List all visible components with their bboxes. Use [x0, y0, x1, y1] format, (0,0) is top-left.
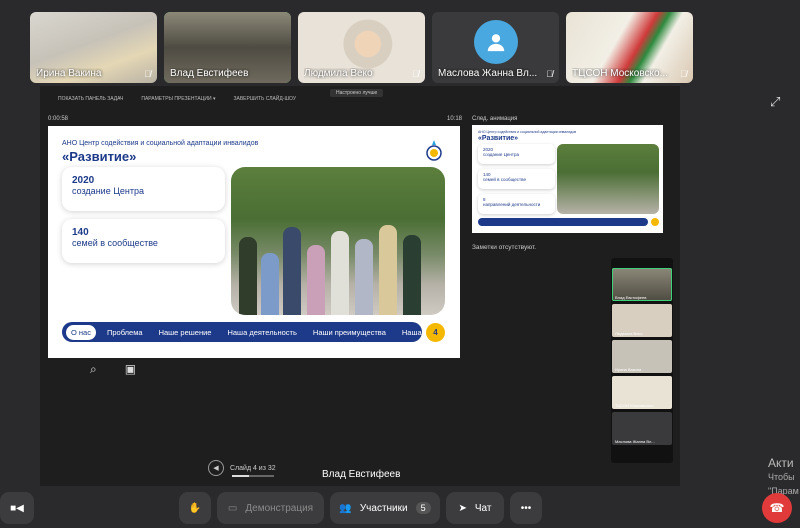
more-button[interactable]: •••: [510, 492, 542, 524]
stat-label: семей в сообществе: [483, 177, 526, 183]
slide-nav-item[interactable]: Наши преимущества: [308, 325, 391, 340]
speaker-notes: Заметки отсутствуют.: [472, 244, 537, 251]
stat-label: семей в сообществе: [72, 238, 158, 248]
raise-hand-button[interactable]: ✋: [179, 492, 211, 524]
screen-share-icon: ▭: [227, 502, 238, 514]
stat-number: 140: [72, 227, 89, 238]
participant-name: Маслова Жанна Вл...: [438, 68, 538, 79]
mini-participant-tile[interactable]: Маслова Жанна Вл...: [612, 412, 672, 445]
participant-tile[interactable]: Ирина Вакина 🎙̸: [30, 12, 157, 83]
mic-muted-icon: 🎙̸: [412, 69, 419, 79]
participant-tile[interactable]: ТЦСОН Московско... 🎙̸: [566, 12, 693, 83]
active-speaker-name: Влад Евстифеев: [322, 469, 401, 480]
stat-card: 140 семей в сообществе: [62, 219, 225, 263]
activation-watermark: Чтобы: [768, 472, 795, 482]
previous-slide-icon[interactable]: ◀: [208, 460, 224, 476]
participant-tile-active[interactable]: Влад Евстифеев: [164, 12, 291, 83]
stat-card: 8 направлений деятельности: [478, 194, 555, 214]
activation-watermark: Акти: [768, 456, 794, 470]
camera-icon[interactable]: ▣: [125, 362, 136, 377]
mini-participant-name: Маслова Жанна Вл...: [615, 439, 655, 444]
group-photo: [557, 144, 659, 214]
slide-progress-bar: [232, 475, 274, 477]
camera-button[interactable]: ■◀: [0, 492, 34, 524]
mini-participant-column: Влад Евстифеев Людмила Веко Ирина Вакина…: [611, 258, 673, 463]
mini-participant-tile[interactable]: ТЦСОН Московского: [612, 376, 672, 409]
camera-icon: ■◀: [10, 502, 24, 514]
mini-participant-name: Людмила Веко: [615, 331, 643, 336]
mini-participant-tile[interactable]: Ирина Вакина: [612, 340, 672, 373]
organization-logo-icon: [426, 140, 442, 161]
slide-navigation: О нас Проблема Наше решение Наша деятель…: [62, 322, 460, 342]
mini-participant-name: Ирина Вакина: [615, 367, 642, 372]
mini-participant-name: Влад Евстифеев: [615, 295, 647, 300]
chat-label: Чат: [474, 502, 492, 514]
slide-page-badge: 4: [426, 323, 445, 342]
slide-brand: «Развитие»: [478, 135, 519, 142]
current-slide: АНО Центр содействия и социальной адапта…: [48, 126, 460, 358]
mic-muted-icon: 🎙̸: [680, 69, 687, 79]
slide-nav-item[interactable]: О нас: [66, 324, 96, 340]
mic-muted-icon: 🎙̸: [144, 69, 151, 79]
slide-nav-item[interactable]: Наше решение: [154, 325, 217, 340]
participant-tile[interactable]: Маслова Жанна Вл... 🎙̸: [432, 12, 559, 83]
slide-org-name: АНО Центр содействия и социальной адапта…: [62, 140, 259, 147]
stat-card: 140 семей в сообществе: [478, 169, 555, 189]
slide-counter: ◀ Слайд 4 из 32: [208, 460, 276, 476]
zoom-icon[interactable]: ⌕: [90, 362, 97, 377]
next-animation-label: След. анимация: [472, 116, 518, 122]
participant-name: Влад Евстифеев: [170, 68, 249, 79]
demonstration-label: Демонстрация: [245, 502, 314, 514]
demonstration-button[interactable]: ▭ Демонстрация: [217, 492, 324, 524]
expand-icon[interactable]: ⤢: [770, 94, 780, 110]
participant-tile[interactable]: Людмила Веко 🎙̸: [298, 12, 425, 83]
slide-counter-label: Слайд 4 из 32: [230, 464, 276, 472]
people-icon: 👥: [339, 502, 352, 514]
stat-label: создание Центра: [72, 186, 144, 196]
presenter-tools: ⌕ ▣: [90, 362, 136, 377]
participants-label: Участники: [359, 502, 408, 514]
toolbar-item: ПАРАМЕТРЫ ПРЕЗЕНТАЦИИ ▾: [141, 96, 216, 102]
slide-navigation: [478, 218, 648, 226]
participants-count-badge: 5: [415, 502, 431, 514]
next-slide-preview: АНО Центр содействия и социальной адапта…: [472, 125, 663, 233]
mini-participant-tile[interactable]: Влад Евстифеев: [612, 268, 672, 301]
toolbar-item: ЗАВЕРШИТЬ СЛАЙД-ШОУ: [233, 96, 296, 102]
stat-card: 2020 создание Центра: [62, 167, 225, 211]
stat-label: создание Центра: [483, 152, 519, 158]
participant-name: ТЦСОН Московско...: [572, 68, 668, 79]
slide-nav-item[interactable]: Контакты: [451, 325, 460, 340]
slide-nav-item[interactable]: Наша деятельность: [222, 325, 301, 340]
chat-button[interactable]: ➤ Чат: [446, 492, 504, 524]
presentation-timer: 0:00:58: [48, 116, 69, 122]
toolbar-item: ПОКАЗАТЬ ПАНЕЛЬ ЗАДАЧ: [58, 96, 124, 102]
mic-muted-icon: 🎙̸: [546, 69, 553, 79]
slide-brand: «Развитие»: [62, 149, 137, 164]
slide-org-name: АНО Центр содействия и социальной адапта…: [478, 130, 577, 134]
slide-nav-item[interactable]: Проблема: [102, 325, 148, 340]
mini-participant-name: ТЦСОН Московского: [615, 403, 654, 408]
call-controls: ■◀ ✋ ▭ Демонстрация 👥 Участники 5 ➤ Чат …: [0, 490, 800, 528]
slide-page-badge: [651, 218, 659, 226]
stat-number: 2020: [72, 175, 95, 186]
stat-label: направлений деятельности: [483, 202, 541, 208]
stat-card: 2020 создание Центра: [478, 144, 555, 164]
participant-strip: Ирина Вакина 🎙̸ Влад Евстифеев Людмила В…: [30, 12, 693, 83]
more-icon: •••: [520, 502, 532, 514]
participant-name: Ирина Вакина: [36, 68, 102, 79]
hand-icon: ✋: [188, 502, 202, 514]
presenter-status: Настроено лучше: [330, 89, 384, 97]
participant-name: Людмила Веко: [304, 68, 373, 79]
video-call-window: Ирина Вакина 🎙̸ Влад Евстифеев Людмила В…: [0, 0, 800, 528]
participants-button[interactable]: 👥 Участники 5: [330, 492, 440, 524]
mini-participant-tile[interactable]: Людмила Веко: [612, 304, 672, 337]
group-photo: [231, 167, 445, 315]
end-call-button[interactable]: ☎: [762, 493, 792, 523]
hang-up-icon: ☎: [769, 501, 785, 515]
presentation-clock: 10:18: [447, 116, 463, 122]
screen-share: ПОКАЗАТЬ ПАНЕЛЬ ЗАДАЧ ПАРАМЕТРЫ ПРЕЗЕНТА…: [40, 86, 680, 486]
chat-send-icon: ➤: [458, 502, 467, 514]
user-icon: [473, 20, 518, 64]
